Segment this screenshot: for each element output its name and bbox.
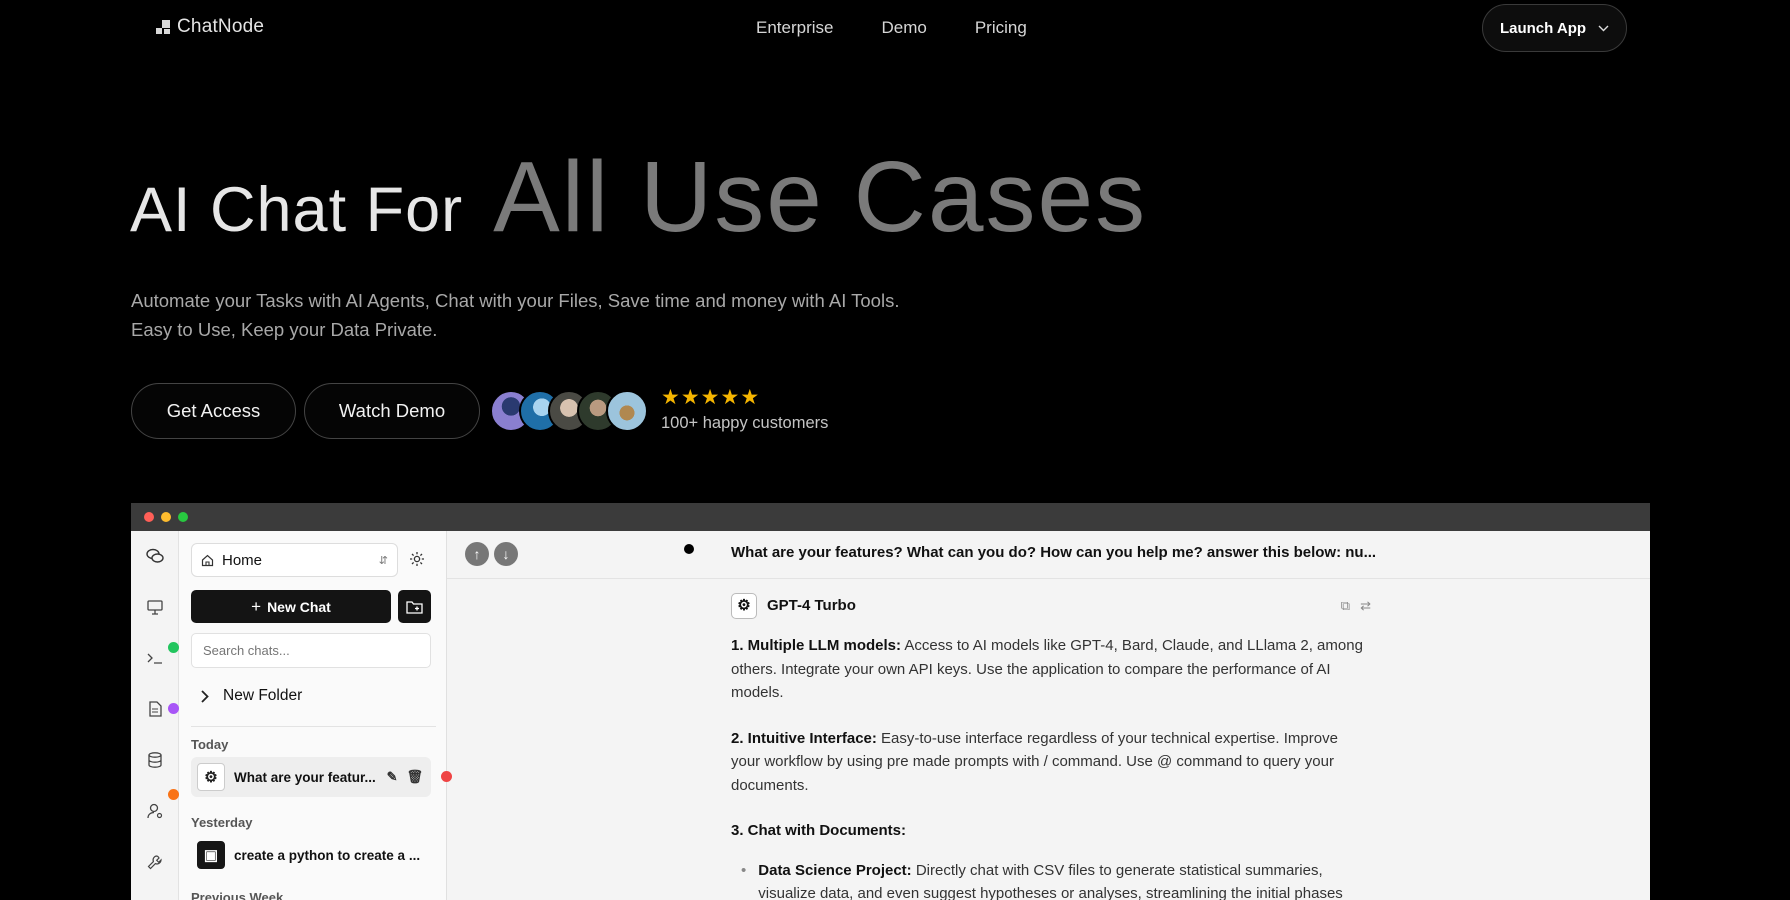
star-icon: ★ bbox=[661, 386, 680, 409]
answer-heading: Data Science Project: bbox=[758, 861, 912, 879]
openai-icon: ⚙ bbox=[731, 593, 757, 619]
top-nav: ChatNode Enterprise Demo Pricing Launch … bbox=[0, 0, 1790, 56]
folder-plus-icon bbox=[406, 600, 423, 614]
hero-title: AI Chat For All Use Cases bbox=[130, 140, 1147, 255]
chat-item-actions: ✎ 🗑 bbox=[387, 769, 431, 785]
nav-links: Enterprise Demo Pricing bbox=[756, 18, 1027, 38]
answer-heading: 1. Multiple LLM models: bbox=[731, 637, 902, 654]
chats-icon[interactable] bbox=[146, 547, 164, 565]
answer-paragraph: 2. Intuitive Interface: Easy-to-use inte… bbox=[731, 727, 1371, 798]
folder-label: New Folder bbox=[223, 687, 303, 704]
search-chats-input[interactable] bbox=[191, 633, 431, 668]
logo-icon bbox=[156, 20, 170, 34]
response-tools: ⧉ ⇄ bbox=[1341, 594, 1371, 618]
avatar bbox=[606, 390, 648, 432]
new-folder-button[interactable] bbox=[398, 590, 431, 623]
answer-heading: 2. Intuitive Interface: bbox=[731, 729, 877, 747]
star-icon: ★ bbox=[680, 386, 700, 409]
response-header: ⚙ GPT-4 Turbo ⧉ ⇄ bbox=[731, 593, 1371, 619]
plus-icon: + bbox=[251, 596, 262, 616]
workspace-select-label: Home bbox=[222, 551, 263, 569]
launch-app-label: Launch App bbox=[1499, 19, 1587, 37]
arrow-down-icon[interactable]: ↓ bbox=[494, 542, 518, 566]
answer-heading: 3. Chat with Documents: bbox=[731, 822, 907, 839]
launch-app-button[interactable]: Launch App bbox=[1482, 4, 1627, 52]
workspace-select[interactable]: Home ⇵ bbox=[191, 543, 398, 577]
user-icon[interactable] bbox=[146, 802, 164, 820]
arrow-up-icon[interactable]: ↑ bbox=[465, 542, 489, 566]
answer-paragraph: 3. Chat with Documents: bbox=[731, 819, 1371, 843]
chevron-right-icon bbox=[201, 689, 209, 703]
group-label-yesterday: Yesterday bbox=[191, 815, 253, 830]
wrench-icon[interactable] bbox=[146, 853, 164, 871]
chat-item-today[interactable]: ⚙ What are your featur... ✎ 🗑 bbox=[191, 757, 431, 797]
document-icon[interactable] bbox=[146, 700, 164, 718]
customers-text: 100+ happy customers bbox=[661, 414, 829, 432]
chat-item-title: What are your featur... bbox=[234, 769, 376, 785]
nav-link-enterprise[interactable]: Enterprise bbox=[756, 18, 833, 38]
model-name: GPT-4 Turbo bbox=[767, 597, 856, 615]
status-dot-red bbox=[441, 771, 452, 782]
hero-subtitle-line1: Automate your Tasks with AI Agents, Chat… bbox=[131, 290, 900, 311]
window-minimize-icon[interactable] bbox=[161, 512, 171, 522]
new-chat-label: New Chat bbox=[267, 598, 331, 615]
nav-link-pricing[interactable]: Pricing bbox=[975, 18, 1027, 38]
hero-subtitle-line2: Easy to Use, Keep your Data Private. bbox=[131, 319, 438, 340]
status-dot-orange bbox=[168, 789, 179, 800]
rating-stars: ★ ★ ★ ★ ★ bbox=[661, 385, 759, 410]
answer-paragraph: 1. Multiple LLM models: Access to AI mod… bbox=[731, 634, 1371, 705]
app-preview-window: Home ⇵ + New Chat New Folder Today ⚙ Wha… bbox=[131, 503, 1650, 900]
logo-text: ChatNode bbox=[177, 16, 265, 37]
chat-sidebar: Home ⇵ + New Chat New Folder Today ⚙ Wha… bbox=[179, 531, 447, 900]
assistant-response: ⚙ GPT-4 Turbo ⧉ ⇄ 1. Multiple LLM models… bbox=[731, 593, 1371, 900]
copy-icon[interactable]: ⧉ bbox=[1341, 594, 1350, 618]
chat-question: What are your features? What can you do?… bbox=[731, 544, 1377, 561]
get-access-button[interactable]: Get Access bbox=[131, 383, 296, 439]
window-titlebar bbox=[131, 503, 1650, 531]
divider bbox=[191, 726, 436, 727]
edit-icon[interactable]: ✎ bbox=[387, 769, 398, 785]
star-icon: ★ bbox=[700, 386, 720, 409]
chat-item-title: create a python to create a ... bbox=[234, 847, 421, 863]
hero-title-part1: AI Chat For bbox=[130, 175, 464, 245]
calendar-icon: ▣ bbox=[197, 841, 225, 869]
updown-chevron-icon: ⇵ bbox=[378, 554, 388, 567]
desktop-icon[interactable] bbox=[146, 598, 164, 616]
group-label-today: Today bbox=[191, 737, 229, 752]
home-icon bbox=[201, 554, 214, 566]
chat-main: ↑ ↓ What are your features? What can you… bbox=[441, 531, 1650, 900]
openai-icon: ⚙ bbox=[197, 763, 225, 791]
chat-header: ↑ ↓ What are your features? What can you… bbox=[447, 531, 1650, 579]
customer-avatars bbox=[490, 390, 648, 432]
regenerate-icon[interactable]: ⇄ bbox=[1360, 594, 1371, 618]
group-label-previous-week: Previous Week bbox=[191, 890, 284, 900]
icon-rail bbox=[131, 531, 179, 900]
status-dot-green bbox=[168, 642, 179, 653]
trash-icon[interactable]: 🗑 bbox=[406, 769, 423, 785]
nav-link-demo[interactable]: Demo bbox=[881, 18, 926, 38]
folder-item[interactable]: New Folder bbox=[201, 687, 302, 705]
chevron-down-icon bbox=[1598, 25, 1609, 31]
bullet-icon: • bbox=[741, 861, 747, 879]
status-dot-purple bbox=[168, 703, 179, 714]
terminal-icon[interactable] bbox=[146, 649, 164, 667]
answer-bullet: • Data Science Project: Directly chat wi… bbox=[731, 859, 1371, 900]
window-close-icon[interactable] bbox=[144, 512, 154, 522]
chat-item-yesterday[interactable]: ▣ create a python to create a ... bbox=[191, 835, 431, 875]
database-icon[interactable] bbox=[146, 751, 164, 769]
watch-demo-button[interactable]: Watch Demo bbox=[304, 383, 480, 439]
star-icon: ★ bbox=[740, 386, 760, 409]
star-icon: ★ bbox=[720, 386, 740, 409]
gear-icon[interactable] bbox=[409, 551, 427, 569]
logo[interactable]: ChatNode bbox=[156, 16, 264, 38]
new-chat-button[interactable]: + New Chat bbox=[191, 590, 391, 623]
hero-title-part2: All Use Cases bbox=[493, 141, 1148, 253]
hero-subtitle: Automate your Tasks with AI Agents, Chat… bbox=[131, 286, 1031, 344]
user-avatar-dot bbox=[684, 544, 694, 554]
window-maximize-icon[interactable] bbox=[178, 512, 188, 522]
